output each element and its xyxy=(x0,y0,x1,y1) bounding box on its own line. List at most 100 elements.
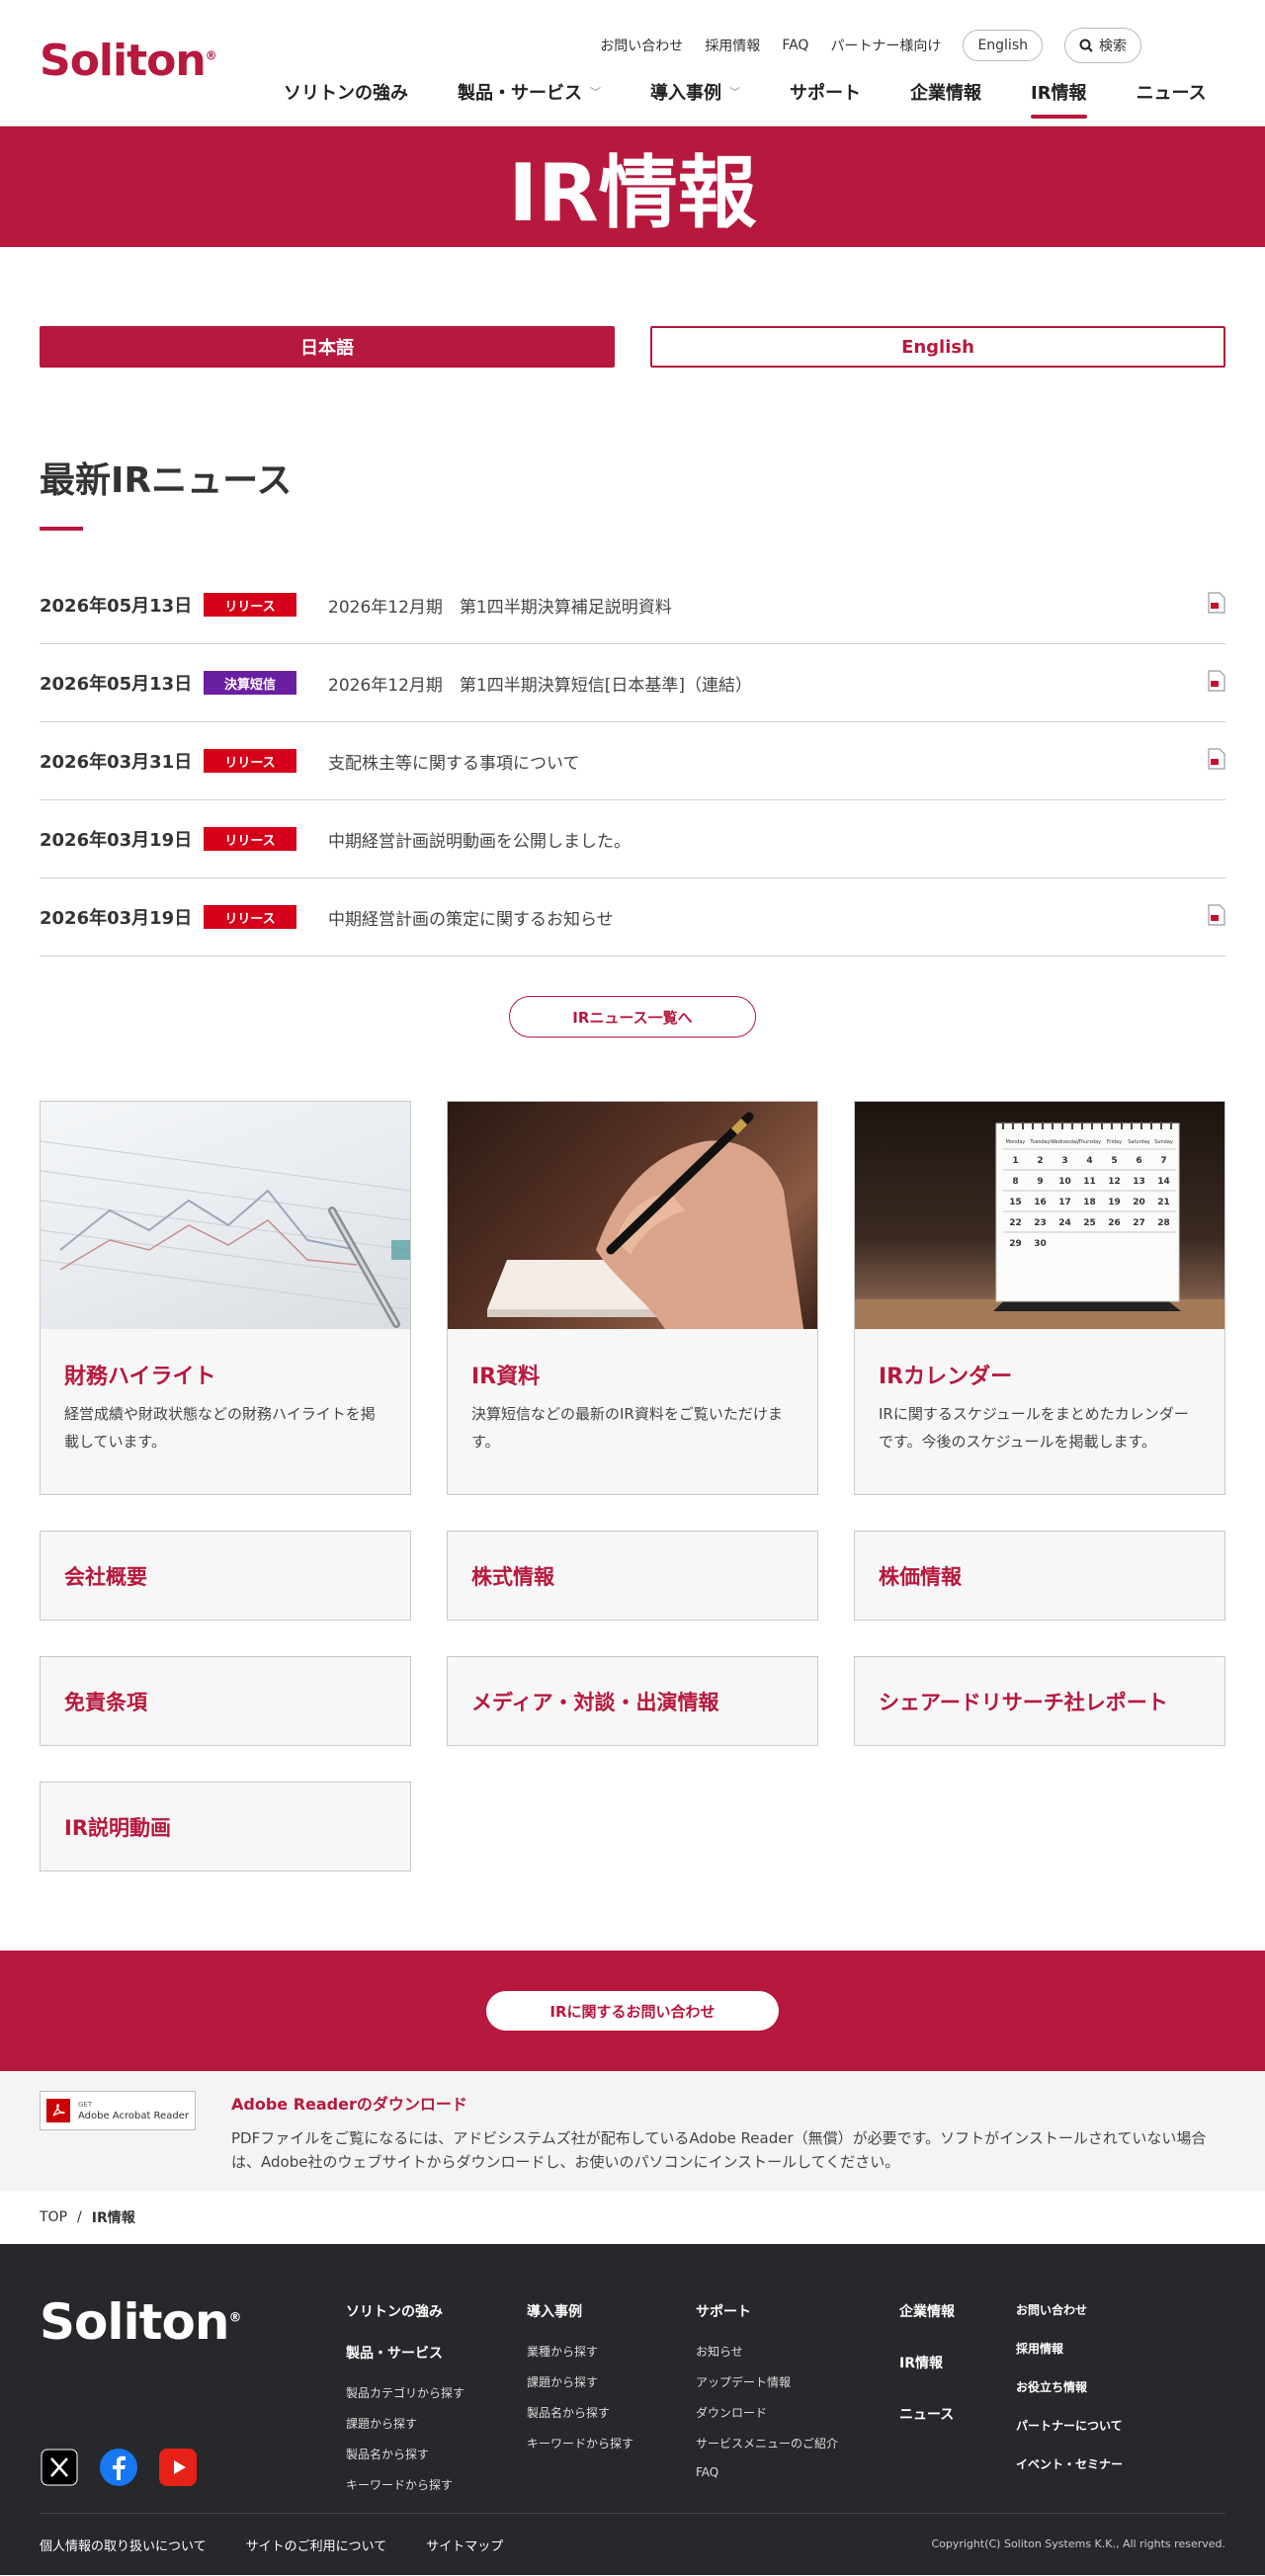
news-date: 2026年05月13日 xyxy=(40,674,193,695)
footer-link[interactable]: 業種から探す xyxy=(527,2343,633,2360)
terms-link[interactable]: サイトのご利用について xyxy=(246,2535,387,2554)
news-row[interactable]: 2026年05月13日 決算短信 2026年12月期 第1四半期決算短信[日本基… xyxy=(40,644,1225,722)
calendar-date: 19 xyxy=(1108,1198,1121,1207)
footer-link[interactable]: お問い合わせ xyxy=(1016,2301,1123,2318)
adobe-reader-badge[interactable]: GET Adobe Acrobat Reader xyxy=(40,2091,196,2130)
english-button[interactable]: English xyxy=(963,30,1043,61)
footer-link[interactable]: お役立ち情報 xyxy=(1016,2378,1123,2395)
news-tag: リリース xyxy=(204,905,296,929)
nav-strengths[interactable]: ソリトンの強み xyxy=(259,77,433,107)
tile-disclaimer[interactable]: 免責条項 xyxy=(40,1656,411,1746)
privacy-link[interactable]: 個人情報の取り扱いについて xyxy=(40,2535,207,2554)
footer-heading[interactable]: 導入事例 xyxy=(527,2301,633,2321)
footer-heading[interactable]: IR情報 xyxy=(899,2353,955,2372)
adobe-download-link[interactable]: Adobe Readerのダウンロード xyxy=(231,2095,467,2114)
pdf-icon xyxy=(1208,670,1225,692)
nav-company[interactable]: 企業情報 xyxy=(886,77,1006,107)
youtube-icon[interactable] xyxy=(158,2448,198,2487)
chevron-down-icon: ﹀ xyxy=(590,86,601,99)
footer-heading[interactable]: 企業情報 xyxy=(899,2301,955,2321)
calendar-photo-art: Monday Tuesday WednesdayThursday Friday Satu… xyxy=(855,1122,1224,1329)
footer-link[interactable]: 製品カテゴリから探す xyxy=(346,2384,464,2401)
footer-link[interactable]: イベント・セミナー xyxy=(1016,2455,1123,2472)
news-row[interactable]: 2026年05月13日 リリース 2026年12月期 第1四半期決算補足説明資料 xyxy=(40,566,1225,644)
card-description: 経営成績や財政状態などの財務ハイライトを掲載しています。 xyxy=(64,1405,376,1451)
news-row[interactable]: 2026年03月31日 リリース 支配株主等に関する事項について xyxy=(40,722,1225,800)
facebook-icon[interactable] xyxy=(99,2448,138,2487)
footer-link[interactable]: 採用情報 xyxy=(1016,2340,1123,2357)
footer-col-products: ソリトンの強み 製品・サービス 製品カテゴリから探す 課題から探す 製品名から探… xyxy=(346,2301,464,2507)
calendar-date: 24 xyxy=(1058,1218,1071,1228)
nav-cases[interactable]: 導入事例 ﹀ xyxy=(626,77,765,107)
nav-ir[interactable]: IR情報 xyxy=(1006,77,1112,119)
x-twitter-icon[interactable] xyxy=(40,2448,79,2487)
footer-heading[interactable]: 製品・サービス xyxy=(346,2343,464,2363)
utility-faq-link[interactable]: FAQ xyxy=(782,38,808,53)
calendar-date: 9 xyxy=(1037,1177,1043,1187)
footer-link[interactable]: 製品名から探す xyxy=(527,2404,633,2421)
writing-photo xyxy=(448,1102,817,1329)
footer-link[interactable]: 課題から探す xyxy=(527,2373,633,2390)
tile-stock-price[interactable]: 株価情報 xyxy=(854,1531,1225,1620)
calendar-day-label: Tuesday xyxy=(1029,1139,1050,1145)
calendar-date: 29 xyxy=(1009,1239,1022,1249)
calendar-date: 27 xyxy=(1133,1218,1145,1228)
pdf-icon xyxy=(1208,748,1225,770)
utility-contact-link[interactable]: お問い合わせ xyxy=(600,36,683,55)
calendar-date: 3 xyxy=(1061,1156,1067,1166)
news-row[interactable]: 2026年03月19日 リリース 中期経営計画説明動画を公開しました。 xyxy=(40,800,1225,878)
search-button[interactable]: 検索 xyxy=(1064,28,1141,63)
news-heading: 最新IRニュース xyxy=(40,460,293,501)
lang-english-button[interactable]: English xyxy=(650,326,1225,368)
news-row[interactable]: 2026年03月19日 リリース 中期経営計画の策定に関するお知らせ xyxy=(40,878,1225,956)
logo-text: Soliton xyxy=(40,36,207,86)
footer-link[interactable]: キーワードから探す xyxy=(346,2476,464,2493)
footer-col-cases: 導入事例 業種から探す 課題から探す 製品名から探す キーワードから探す xyxy=(527,2301,633,2465)
breadcrumb-top-link[interactable]: TOP xyxy=(40,2209,67,2225)
lang-japanese-button[interactable]: 日本語 xyxy=(40,326,615,368)
card-financial-highlight[interactable]: 財務ハイライト 経営成績や財政状態などの財務ハイライトを掲載しています。 xyxy=(40,1101,411,1495)
card-ir-materials[interactable]: IR資料 決算短信などの最新のIR資料をご覧いただけます。 xyxy=(447,1101,818,1495)
utility-partner-link[interactable]: パートナー様向け xyxy=(830,36,941,55)
footer-logo[interactable]: Soliton® xyxy=(40,2293,242,2351)
tile-media[interactable]: メディア・対談・出演情報 xyxy=(447,1656,818,1746)
page-title: IR情報 xyxy=(508,147,757,239)
card-ir-calendar[interactable]: Monday Tuesday Wednesday Thursday Friday Satu… xyxy=(854,1101,1225,1495)
ir-contact-band: IRに関するお問い合わせ xyxy=(0,1951,1265,2071)
adobe-text: Adobe Readerのダウンロード PDFファイルをご覧になるには、アドビシ… xyxy=(231,2091,1225,2191)
ir-contact-button[interactable]: IRに関するお問い合わせ xyxy=(486,1991,779,2031)
chevron-down-icon: ﹀ xyxy=(729,86,740,99)
calendar-date: 20 xyxy=(1133,1198,1145,1207)
calendar-day-label: Saturday xyxy=(1128,1139,1150,1145)
nav-support[interactable]: サポート xyxy=(765,77,886,107)
footer-link[interactable]: サービスメニューのご紹介 xyxy=(696,2435,838,2451)
footer-link[interactable]: パートナーについて xyxy=(1016,2417,1123,2434)
tile-company-overview[interactable]: 会社概要 xyxy=(40,1531,411,1620)
footer-link[interactable]: アップデート情報 xyxy=(696,2373,838,2390)
calendar-date: 10 xyxy=(1058,1177,1071,1187)
footer-link[interactable]: 課題から探す xyxy=(346,2415,464,2432)
site-logo[interactable]: Soliton® xyxy=(40,36,217,86)
footer-link[interactable]: ダウンロード xyxy=(696,2404,838,2421)
footer-link[interactable]: お知らせ xyxy=(696,2343,838,2360)
registered-mark: ® xyxy=(228,2310,242,2326)
footer-link[interactable]: FAQ xyxy=(696,2465,838,2479)
utility-recruit-link[interactable]: 採用情報 xyxy=(705,36,760,55)
adobe-badge-text: GET Adobe Acrobat Reader xyxy=(78,2100,189,2121)
news-date: 2026年03月19日 xyxy=(40,908,193,929)
sitemap-link[interactable]: サイトマップ xyxy=(426,2535,503,2554)
tile-ir-video[interactable]: IR説明動画 xyxy=(40,1782,411,1871)
footer-heading[interactable]: サポート xyxy=(696,2301,838,2321)
footer-heading[interactable]: ニュース xyxy=(899,2404,955,2424)
footer-bottom: 個人情報の取り扱いについて サイトのご利用について サイトマップ Copyrig… xyxy=(40,2513,1225,2554)
footer-heading[interactable]: ソリトンの強み xyxy=(346,2301,464,2321)
nav-products[interactable]: 製品・サービス ﹀ xyxy=(433,77,626,107)
footer-link[interactable]: キーワードから探す xyxy=(527,2435,633,2451)
tile-stock-info[interactable]: 株式情報 xyxy=(447,1531,818,1620)
news-title: 中期経営計画の策定に関するお知らせ xyxy=(328,909,614,930)
news-more-button[interactable]: IRニュース一覧へ xyxy=(509,996,756,1038)
footer-link[interactable]: 製品名から探す xyxy=(346,2446,464,2462)
calendar-date: 21 xyxy=(1157,1198,1170,1207)
nav-news[interactable]: ニュース xyxy=(1112,77,1231,107)
tile-shared-research[interactable]: シェアードリサーチ社レポート xyxy=(854,1656,1225,1746)
